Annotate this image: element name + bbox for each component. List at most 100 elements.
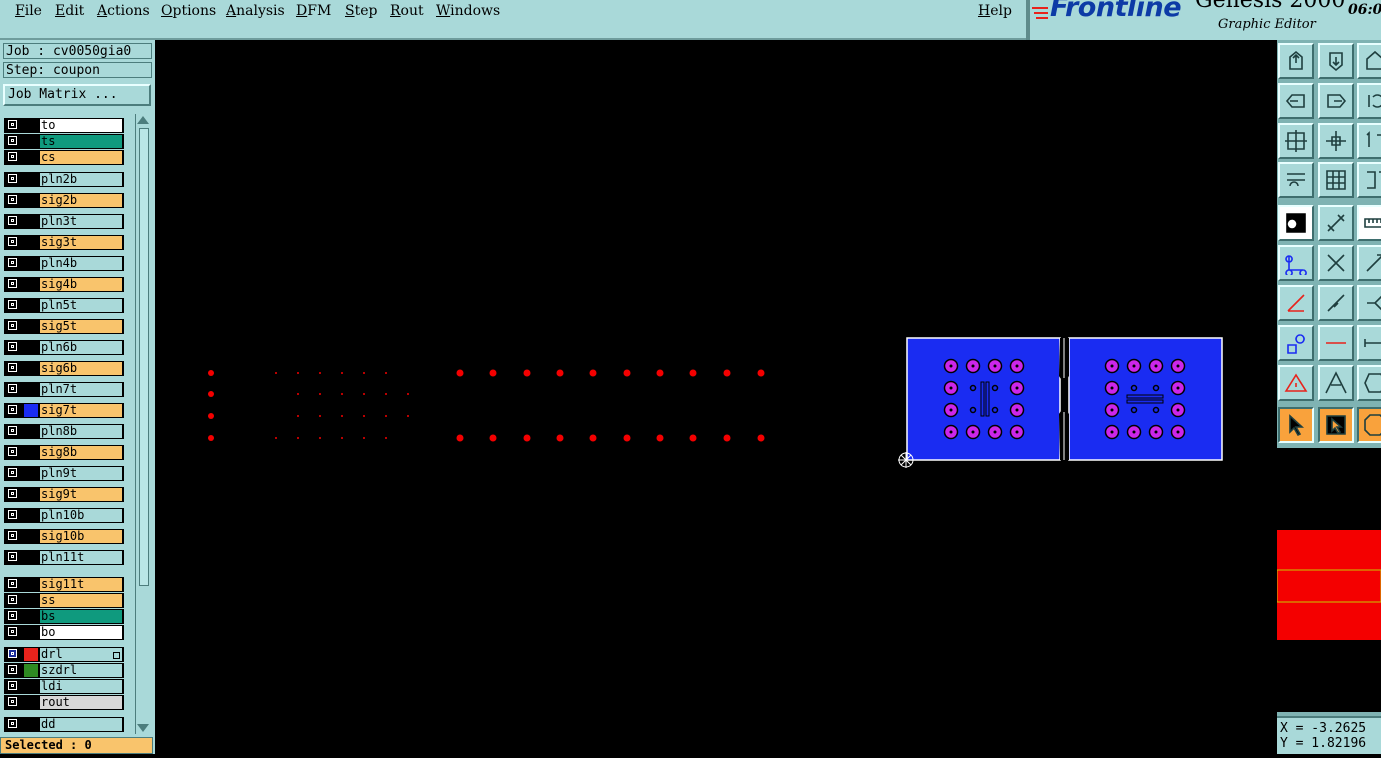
layer-name[interactable]: dd: [40, 718, 122, 731]
layer-checkbox[interactable]: [8, 237, 17, 246]
layer-name[interactable]: pln3t: [40, 215, 122, 228]
tool-button-home[interactable]: [1357, 43, 1381, 79]
layer-checkbox[interactable]: [8, 120, 17, 129]
coupon-right[interactable]: [1068, 337, 1223, 461]
menu-edit[interactable]: Edit: [55, 3, 84, 19]
layer-name[interactable]: szdrl: [40, 664, 122, 677]
layer-checkbox[interactable]: [8, 719, 17, 728]
menu-dfm[interactable]: DFM: [296, 3, 331, 19]
layer-checkbox[interactable]: [8, 579, 17, 588]
layer-name[interactable]: pln6b: [40, 341, 122, 354]
layer-name[interactable]: pln5t: [40, 299, 122, 312]
menu-step[interactable]: Step: [345, 3, 377, 19]
layer-checkbox[interactable]: [8, 136, 17, 145]
layer-checkbox[interactable]: [8, 152, 17, 161]
layer-checkbox[interactable]: [8, 627, 17, 636]
layer-name[interactable]: sig7t: [40, 404, 122, 417]
scroll-up-arrow-icon[interactable]: [137, 116, 149, 124]
layer-row-pln3t[interactable]: pln3t: [4, 214, 124, 229]
layer-color-swatch[interactable]: [24, 664, 38, 677]
layer-checkbox[interactable]: [8, 697, 17, 706]
layer-name[interactable]: pln10b: [40, 509, 122, 522]
tool-button-select-pointer[interactable]: [1318, 407, 1354, 443]
layer-row-pln8b[interactable]: pln8b: [4, 424, 124, 439]
layer-row-sig10b[interactable]: sig10b: [4, 529, 124, 544]
layer-name[interactable]: pln9t: [40, 467, 122, 480]
layer-row-pln4b[interactable]: pln4b: [4, 256, 124, 271]
overview-drawing[interactable]: [1276, 448, 1381, 712]
layer-row-szdrl[interactable]: szdrl: [4, 663, 124, 678]
layer-checkbox[interactable]: [8, 531, 17, 540]
layer-row-cs[interactable]: cs: [4, 150, 124, 165]
menu-help[interactable]: Help: [978, 3, 1012, 19]
layer-name[interactable]: sig5t: [40, 320, 122, 333]
layer-row-pln2b[interactable]: pln2b: [4, 172, 124, 187]
layer-row-sig3t[interactable]: sig3t: [4, 235, 124, 250]
scroll-thumb[interactable]: [139, 128, 149, 586]
tool-button-net[interactable]: [1278, 245, 1314, 281]
overview-window[interactable]: [1276, 448, 1381, 712]
job-matrix-button[interactable]: Job Matrix ...: [3, 84, 151, 106]
menu-analysis[interactable]: Analysis: [226, 3, 285, 19]
layer-name[interactable]: sig6b: [40, 362, 122, 375]
tool-button-zoom-pan[interactable]: [1318, 123, 1354, 159]
menu-rout[interactable]: Rout: [390, 3, 424, 19]
layer-name[interactable]: rout: [40, 696, 122, 709]
layer-checkbox[interactable]: [8, 447, 17, 456]
layer-row-bo[interactable]: bo: [4, 625, 124, 640]
layer-row-sig11t[interactable]: sig11t: [4, 577, 124, 592]
layer-row-sig4b[interactable]: sig4b: [4, 277, 124, 292]
layer-row-bs[interactable]: bs: [4, 609, 124, 624]
layer-checkbox[interactable]: [8, 216, 17, 225]
layer-name[interactable]: bs: [40, 610, 122, 623]
tool-button-display[interactable]: [1278, 205, 1314, 241]
layer-checkbox[interactable]: [8, 611, 17, 620]
tool-button-measure[interactable]: [1357, 325, 1381, 361]
layer-checkbox[interactable]: [8, 363, 17, 372]
layer-name[interactable]: pln7t: [40, 383, 122, 396]
tool-button-cross[interactable]: [1318, 245, 1354, 281]
layer-checkbox[interactable]: [8, 300, 17, 309]
tool-button-ruler[interactable]: [1357, 205, 1381, 241]
tool-button-move-right[interactable]: [1318, 83, 1354, 119]
layer-name[interactable]: pln2b: [40, 173, 122, 186]
layer-name[interactable]: sig3t: [40, 236, 122, 249]
layer-row-sig2b[interactable]: sig2b: [4, 193, 124, 208]
layer-checkbox[interactable]: [8, 552, 17, 561]
layer-checkbox[interactable]: [8, 681, 17, 690]
tool-button-zoom-fit[interactable]: [1278, 123, 1314, 159]
layer-row-drl[interactable]: drl: [4, 647, 124, 662]
layer-row-sig5t[interactable]: sig5t: [4, 319, 124, 334]
layer-checkbox[interactable]: [8, 426, 17, 435]
layer-checkbox[interactable]: [8, 489, 17, 498]
layer-row-pln11t[interactable]: pln11t: [4, 550, 124, 565]
tool-button-move-up[interactable]: [1278, 43, 1314, 79]
tool-button-rotate[interactable]: [1357, 83, 1381, 119]
layer-checkbox[interactable]: [8, 384, 17, 393]
tool-button-line[interactable]: [1318, 325, 1354, 361]
layer-name[interactable]: bo: [40, 626, 122, 639]
layer-name[interactable]: pln4b: [40, 257, 122, 270]
layer-checkbox[interactable]: [8, 405, 17, 414]
menu-actions[interactable]: Actions: [97, 3, 150, 19]
layer-name[interactable]: cs: [40, 151, 122, 164]
layer-row-ts[interactable]: ts: [4, 134, 124, 149]
layer-checkbox[interactable]: [8, 342, 17, 351]
layer-scrollbar[interactable]: [135, 114, 152, 734]
layer-name[interactable]: ts: [40, 135, 122, 148]
tool-button-snap[interactable]: [1357, 162, 1381, 198]
layer-row-pln7t[interactable]: pln7t: [4, 382, 124, 397]
layer-row-sig7t[interactable]: sig7t: [4, 403, 124, 418]
tool-button-feature[interactable]: [1278, 325, 1314, 361]
tool-button-move-down[interactable]: [1318, 43, 1354, 79]
layer-name[interactable]: sig10b: [40, 530, 122, 543]
layer-row-rout[interactable]: rout: [4, 695, 124, 710]
layer-name[interactable]: ldi: [40, 680, 122, 693]
menu-file[interactable]: File: [15, 3, 42, 19]
layer-checkbox[interactable]: [8, 649, 17, 658]
layer-name[interactable]: sig9t: [40, 488, 122, 501]
layer-row-ldi[interactable]: ldi: [4, 679, 124, 694]
layer-checkbox[interactable]: [8, 174, 17, 183]
menu-windows[interactable]: Windows: [436, 3, 500, 19]
tool-button-stop[interactable]: [1357, 407, 1381, 443]
